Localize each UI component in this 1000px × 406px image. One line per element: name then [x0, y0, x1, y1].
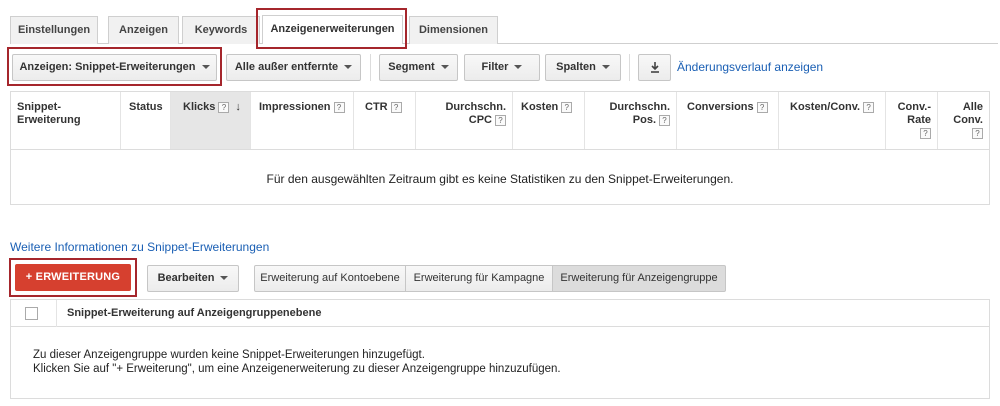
chevron-down-icon	[220, 276, 229, 281]
col-conversions[interactable]: Conversions?	[677, 92, 779, 149]
edit-dropdown-label: Bearbeiten	[157, 272, 215, 284]
tab-keywords[interactable]: Keywords	[182, 16, 260, 44]
col-label: Kosten/Conv.	[790, 101, 861, 113]
status-dropdown[interactable]: Alle außer entfernte	[226, 54, 361, 81]
help-icon[interactable]: ?	[561, 101, 573, 113]
col-label: Alle	[962, 101, 983, 113]
col-label: Kosten	[521, 101, 559, 113]
col-kosten[interactable]: Kosten?	[513, 92, 585, 149]
col-label: Status	[129, 101, 163, 113]
help-icon[interactable]: ?	[495, 114, 506, 126]
view-dropdown-label: Anzeigen: Snippet-Erweiterungen	[19, 61, 196, 73]
tab-anzeigen[interactable]: Anzeigen	[108, 16, 179, 44]
col-label: Durchschn.	[445, 101, 506, 113]
tab-dimensionen[interactable]: Dimensionen	[409, 16, 498, 44]
col-kosten-conv[interactable]: Kosten/Conv.?	[779, 92, 886, 149]
col-label: Impressionen	[259, 101, 331, 113]
col-durchschn-cpc[interactable]: Durchschn. CPC?	[416, 92, 513, 149]
columns-label: Spalten	[556, 61, 596, 73]
stats-table: Snippet- Erweiterung Status Klicks? ↓ Imp…	[10, 91, 990, 205]
extension-table-header: Snippet-Erweiterung auf Anzeigengruppene…	[11, 300, 989, 327]
level-account-button[interactable]: Erweiterung auf Kontoebene	[254, 265, 406, 292]
extension-table-header-label: Snippet-Erweiterung auf Anzeigengruppene…	[67, 307, 322, 319]
col-snippet-erweiterung[interactable]: Snippet- Erweiterung	[11, 92, 121, 149]
add-extension-button[interactable]: + ERWEITERUNG	[15, 264, 131, 291]
sort-down-icon: ↓	[235, 101, 241, 113]
col-impressionen[interactable]: Impressionen?	[251, 92, 354, 149]
col-klicks[interactable]: Klicks? ↓	[171, 92, 251, 149]
stats-empty-message: Für den ausgewählten Zeitraum gibt es ke…	[266, 172, 734, 186]
view-dropdown[interactable]: Anzeigen: Snippet-Erweiterungen	[12, 54, 217, 81]
tab-einstellungen[interactable]: Einstellungen	[10, 16, 98, 44]
extension-empty-message-line2: Klicken Sie auf "+ Erweiterung", um eine…	[33, 363, 561, 375]
col-durchschn-pos[interactable]: Durchschn. Pos.?	[585, 92, 677, 149]
download-icon	[650, 62, 659, 73]
columns-dropdown[interactable]: Spalten	[545, 54, 621, 81]
col-label: Rate	[907, 114, 931, 126]
col-alle-conv[interactable]: Alle Conv. ?	[938, 92, 989, 149]
tab-bar: Einstellungen Anzeigen Keywords Anzeigen…	[10, 14, 998, 44]
level-campaign-button[interactable]: Erweiterung für Kampagne	[405, 265, 553, 292]
col-conv-rate[interactable]: Conv.- Rate ?	[886, 92, 938, 149]
download-button[interactable]	[638, 54, 671, 81]
extension-table: Snippet-Erweiterung auf Anzeigengruppene…	[10, 299, 990, 399]
help-icon[interactable]: ?	[920, 127, 931, 139]
stats-table-header: Snippet- Erweiterung Status Klicks? ↓ Imp…	[11, 92, 989, 150]
col-label: Conv.-	[897, 101, 931, 113]
col-label: Conversions	[687, 101, 754, 113]
help-icon[interactable]: ?	[218, 101, 230, 113]
toolbar-divider	[629, 54, 630, 81]
level-adgroup-button[interactable]: Erweiterung für Anzeigengruppe	[552, 265, 726, 292]
col-label: Erweiterung	[17, 114, 81, 126]
filter-dropdown[interactable]: Filter	[464, 54, 540, 81]
status-dropdown-label: Alle außer entfernte	[234, 61, 339, 73]
col-label: Klicks	[183, 101, 216, 113]
edit-dropdown[interactable]: Bearbeiten	[147, 265, 239, 292]
col-status[interactable]: Status	[121, 92, 171, 149]
col-label: Conv.	[953, 114, 983, 126]
help-icon[interactable]: ?	[390, 101, 402, 113]
tab-highlight-frame	[256, 8, 407, 49]
col-ctr[interactable]: CTR?	[354, 92, 416, 149]
help-icon[interactable]: ?	[863, 101, 875, 113]
help-icon[interactable]: ?	[333, 101, 345, 113]
help-icon[interactable]: ?	[659, 114, 670, 126]
chevron-down-icon	[601, 65, 610, 70]
help-icon[interactable]: ?	[756, 101, 768, 113]
toolbar-divider	[370, 54, 371, 81]
chevron-down-icon	[514, 65, 523, 70]
col-label: Snippet-	[17, 101, 61, 113]
col-label: CPC	[468, 114, 492, 126]
col-label: CTR	[365, 101, 388, 113]
col-label: Durchschn.	[609, 101, 670, 113]
chevron-down-icon	[440, 65, 449, 70]
filter-label: Filter	[481, 61, 509, 73]
col-label: Pos.	[632, 114, 656, 126]
segment-label: Segment	[388, 61, 435, 73]
header-divider	[56, 300, 57, 327]
chevron-down-icon	[201, 65, 210, 70]
change-history-link[interactable]: Änderungsverlauf anzeigen	[677, 60, 823, 74]
extension-empty-message-line1: Zu dieser Anzeigengruppe wurden keine Sn…	[33, 349, 425, 361]
select-all-checkbox[interactable]	[25, 307, 38, 320]
segment-dropdown[interactable]: Segment	[379, 54, 458, 81]
help-icon[interactable]: ?	[972, 127, 983, 139]
chevron-down-icon	[344, 65, 353, 70]
info-link[interactable]: Weitere Informationen zu Snippet-Erweite…	[10, 240, 269, 254]
